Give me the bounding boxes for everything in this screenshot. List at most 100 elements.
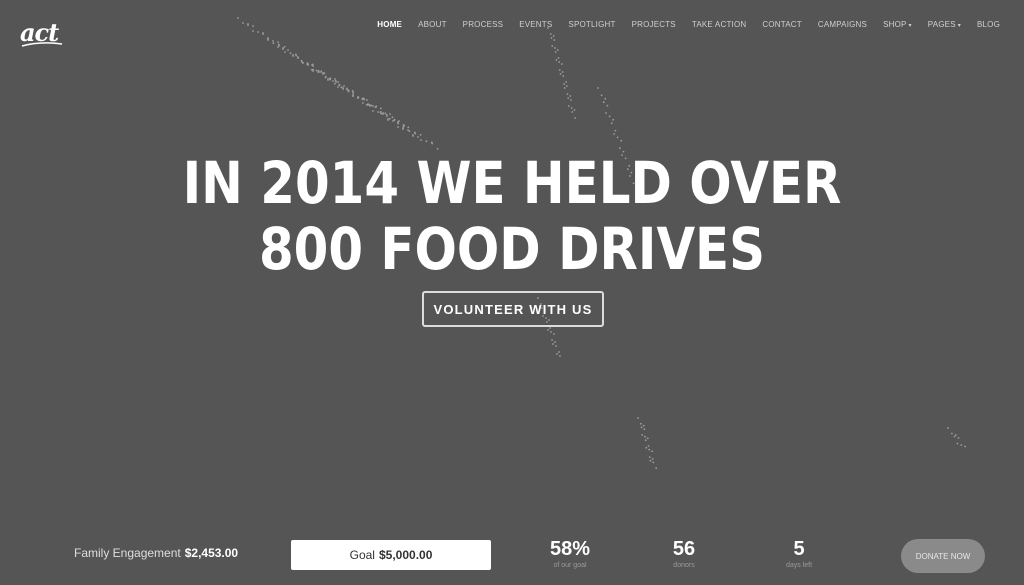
nav-item-take-action[interactable]: TAKE ACTION — [684, 20, 755, 29]
particle-dot — [292, 54, 294, 56]
particle-dot — [311, 63, 314, 66]
particle-dot — [397, 122, 400, 125]
particle-dot — [612, 118, 615, 121]
nav-item-spotlight[interactable]: SPOTLIGHT — [560, 20, 623, 29]
particle-dot — [391, 116, 394, 119]
particle-dot — [362, 102, 364, 104]
particle-dot — [283, 45, 286, 48]
particle-dot — [947, 427, 949, 429]
particle-dot — [277, 46, 279, 48]
particle-dot — [558, 351, 560, 353]
particle-dot — [565, 85, 568, 87]
particle-dot — [361, 98, 364, 101]
particle-dot — [567, 97, 570, 99]
chevron-down-icon: ▾ — [908, 23, 912, 29]
particle-dot — [320, 70, 323, 73]
particle-dot — [641, 434, 644, 436]
particle-dot — [614, 129, 617, 132]
nav-item-pages[interactable]: PAGES ▾ — [920, 20, 969, 29]
nav-item-process[interactable]: PROCESS — [455, 20, 512, 29]
nav-item-label: EVENTS — [519, 20, 553, 29]
volunteer-button[interactable]: VOLUNTEER WITH US — [422, 291, 604, 327]
particle-dot — [425, 140, 428, 143]
particle-dot — [552, 35, 555, 37]
particle-dot — [322, 72, 324, 74]
nav-item-home[interactable]: HOME — [369, 20, 410, 29]
goal-amount: $5,000.00 — [378, 548, 433, 562]
particle-dot — [606, 104, 609, 107]
particle-dot — [604, 97, 607, 100]
particle-dot — [372, 110, 374, 112]
particle-dot — [345, 87, 348, 90]
particle-dot — [362, 97, 365, 100]
particle-dot — [382, 113, 384, 115]
particle-dot — [388, 117, 391, 120]
nav-item-contact[interactable]: CONTACT — [754, 20, 809, 29]
particle-dot — [340, 86, 343, 89]
particle-dot — [312, 68, 315, 71]
particle-dot — [272, 42, 275, 45]
particle-dot — [385, 113, 388, 116]
particle-dot — [328, 77, 331, 80]
particle-dot — [284, 51, 286, 53]
particle-dot — [567, 105, 570, 107]
particle-dot — [357, 96, 360, 99]
particle-dot — [397, 126, 399, 128]
particle-dot — [311, 64, 313, 66]
particle-dot — [553, 39, 556, 41]
particle-dot — [382, 112, 384, 114]
particle-dot — [352, 94, 354, 96]
particle-dot — [551, 339, 553, 341]
particle-dot — [555, 345, 557, 347]
nav-item-label: TAKE ACTION — [691, 20, 747, 29]
particle-dot — [301, 61, 303, 63]
nav-item-shop[interactable]: SHOP ▾ — [875, 20, 920, 29]
particle-dot — [294, 53, 297, 56]
stat-percent-label: of our goal — [553, 562, 587, 569]
particle-dot — [332, 80, 334, 82]
particle-dot — [324, 76, 327, 79]
particle-dot — [430, 141, 433, 144]
particle-dot — [375, 106, 377, 108]
particle-dot — [347, 89, 349, 91]
particle-dot — [956, 442, 959, 445]
particle-dot — [379, 107, 382, 110]
particle-dot — [302, 62, 304, 64]
particle-dot — [402, 128, 404, 130]
particle-dot — [272, 40, 274, 42]
particle-dot — [242, 22, 244, 24]
raised-amount: $2,453.00 — [184, 546, 239, 560]
nav-item-label: PAGES — [927, 20, 956, 29]
particle-dot — [569, 95, 572, 97]
logo-swoosh-icon — [21, 42, 63, 47]
nav-item-events[interactable]: EVENTS — [511, 20, 560, 29]
particle-dot — [334, 78, 336, 80]
nav-item-projects[interactable]: PROJECTS — [624, 20, 684, 29]
particle-dot — [550, 37, 553, 39]
particle-dot — [570, 99, 572, 101]
nav-item-label: ABOUT — [418, 20, 447, 29]
stat-percent: 58% of our goal — [530, 538, 610, 569]
stat-donors-value: 56 — [672, 538, 696, 560]
particle-dot — [317, 69, 320, 72]
particle-dot — [357, 96, 359, 98]
nav-item-campaigns[interactable]: CAMPAIGNS — [810, 20, 875, 29]
particle-dot — [374, 106, 377, 109]
particle-dot — [559, 73, 562, 75]
particle-dot — [320, 71, 322, 73]
particle-dot — [571, 111, 574, 113]
particle-dot — [342, 87, 344, 89]
nav-item-about[interactable]: ABOUT — [410, 20, 455, 29]
particle-dot — [338, 84, 341, 87]
particle-dot — [402, 123, 405, 126]
nav-item-blog[interactable]: BLOG — [969, 20, 1008, 29]
particle-dot — [647, 445, 650, 447]
particle-dot — [412, 134, 414, 136]
particle-dot — [334, 79, 337, 82]
particle-dot — [402, 124, 405, 127]
particle-dot — [547, 329, 549, 331]
particle-dot — [329, 77, 332, 80]
particle-dot — [361, 97, 364, 100]
particle-dot — [414, 132, 417, 135]
donate-button[interactable]: DONATE NOW — [901, 539, 985, 573]
